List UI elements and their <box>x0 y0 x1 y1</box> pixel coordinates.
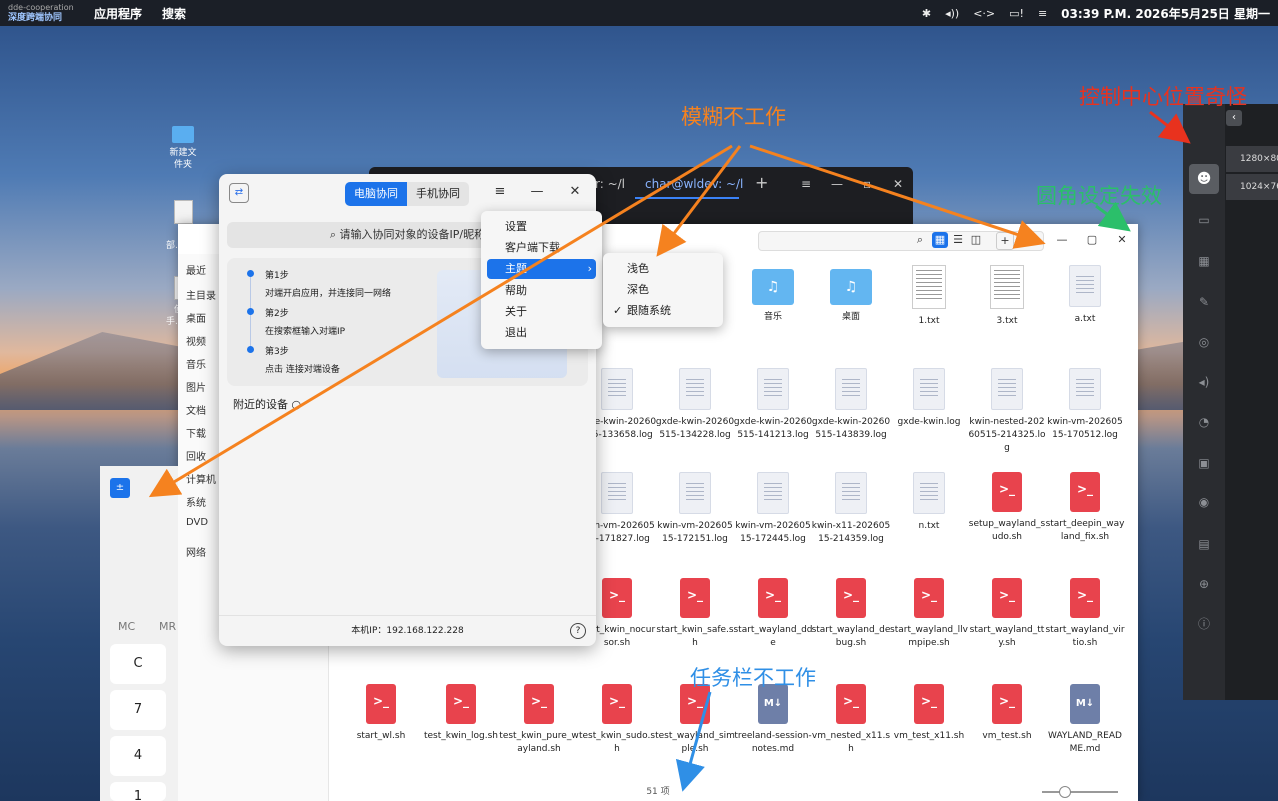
arrow-blur-filemanager <box>749 144 1046 249</box>
annotation-blur: 模糊不工作 <box>681 105 786 129</box>
annotation-taskbar: 任务栏不工作 <box>690 666 816 690</box>
arrow-blur-submenu <box>656 145 742 257</box>
arrow-blur-calculator <box>148 144 733 498</box>
annotation-control-center: 控制中心位置奇怪 <box>1079 85 1247 109</box>
annotation-arrows <box>148 110 1191 792</box>
arrow-control-center <box>1149 110 1191 144</box>
annotation-rounded-corners: 圆角设定失效 <box>1036 184 1162 208</box>
arrow-taskbar <box>675 691 712 792</box>
